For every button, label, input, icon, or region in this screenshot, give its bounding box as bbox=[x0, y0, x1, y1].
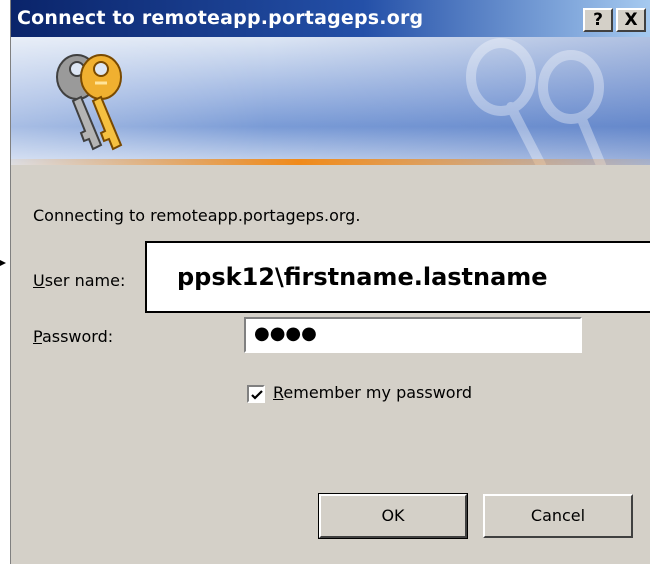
help-button[interactable]: ? bbox=[583, 8, 613, 32]
password-label: Password: bbox=[33, 327, 113, 346]
cancel-button[interactable]: Cancel bbox=[483, 494, 633, 538]
username-label-text: ser name: bbox=[44, 271, 126, 290]
username-callout: ppsk12\firstname.lastname bbox=[145, 241, 650, 313]
password-input[interactable]: ●●●● bbox=[244, 317, 582, 353]
keys-watermark-icon bbox=[466, 38, 606, 165]
banner-accent-line bbox=[11, 159, 650, 165]
callout-arrow-icon bbox=[0, 260, 6, 266]
connecting-message: Connecting to remoteapp.portageps.org. bbox=[33, 206, 361, 225]
password-label-text: assword: bbox=[41, 327, 114, 346]
window-title: Connect to remoteapp.portageps.org bbox=[17, 7, 424, 29]
title-bar[interactable]: Connect to remoteapp.portageps.org ? X bbox=[11, 0, 650, 37]
ok-button[interactable]: OK bbox=[318, 493, 468, 539]
username-label: User name: bbox=[33, 271, 125, 290]
password-accel: P bbox=[33, 327, 42, 346]
checkmark-icon bbox=[251, 389, 263, 400]
remember-password-option[interactable]: Remember my password bbox=[247, 383, 472, 403]
remember-label: emember my password bbox=[283, 383, 473, 402]
keys-icon bbox=[56, 54, 123, 151]
remember-checkbox[interactable] bbox=[247, 384, 265, 403]
close-button[interactable]: X bbox=[616, 8, 646, 32]
remember-accel: R bbox=[273, 383, 284, 402]
username-accel: U bbox=[33, 271, 45, 290]
dialog-banner bbox=[11, 37, 650, 165]
